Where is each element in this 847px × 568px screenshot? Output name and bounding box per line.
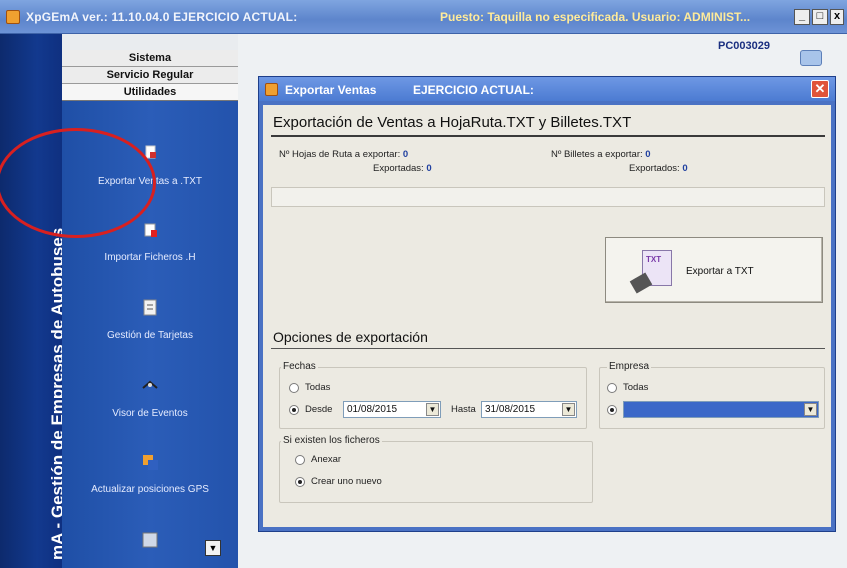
maximize-button[interactable]: □: [812, 9, 828, 25]
app-icon: [6, 10, 20, 24]
fechas-todas-label: Todas: [305, 382, 331, 393]
export-dialog: Exportar Ventas EJERCICIO ACTUAL: ✕ Expo…: [258, 76, 836, 532]
export-button-label: Exportar a TXT: [686, 266, 754, 277]
highlight-circle: [0, 128, 156, 238]
empresa-combo[interactable]: ▼: [623, 401, 819, 418]
database-icon: [140, 530, 160, 550]
close-button[interactable]: x: [830, 9, 844, 25]
dialog-title: Exportar Ventas: [285, 83, 377, 97]
hojas-count: Nº Hojas de Ruta a exportar: 0: [279, 149, 409, 160]
heading-divider: [271, 135, 825, 137]
options-heading: Opciones de exportación: [273, 329, 428, 345]
dialog-icon: [265, 83, 278, 96]
window-title: XpGEmA ver.: 11.10.04.0 EJERCICIO ACTUAL…: [26, 10, 298, 24]
events-icon: [140, 376, 160, 396]
scroll-down-button[interactable]: ▼: [205, 540, 221, 556]
menu-item-visor-eventos[interactable]: Visor de Eventos: [62, 376, 238, 419]
crear-nuevo-label: Crear uno nuevo: [311, 476, 382, 487]
hasta-label: Hasta: [451, 404, 476, 415]
fechas-group: [279, 367, 587, 429]
export-txt-button[interactable]: TXT Exportar a TXT: [605, 237, 823, 303]
menu-header-utilidades[interactable]: Utilidades: [62, 84, 238, 101]
menu-item-actualizar-gps[interactable]: Actualizar posiciones GPS: [62, 452, 238, 495]
import-icon: [140, 220, 160, 240]
menu-item-label: Actualizar posiciones GPS: [91, 484, 209, 495]
fechas-todas-radio[interactable]: [289, 383, 299, 393]
main-title-bar: XpGEmA ver.: 11.10.04.0 EJERCICIO ACTUAL…: [0, 0, 847, 34]
computer-icon: [800, 50, 822, 66]
dialog-close-button[interactable]: ✕: [811, 80, 829, 98]
anexar-label: Anexar: [311, 454, 342, 465]
empresa-specific-radio[interactable]: [607, 405, 617, 415]
desde-label: Desde: [305, 404, 333, 415]
hasta-date-combo[interactable]: 31/08/2015 ▼: [481, 401, 577, 418]
export-progress-bar: [271, 187, 825, 207]
dialog-title-bar: Exportar Ventas EJERCICIO ACTUAL: ✕: [259, 77, 835, 101]
options-divider: [271, 348, 825, 349]
billetes-exported: Exportados: 0: [629, 163, 688, 174]
empresa-group: [599, 367, 825, 429]
desde-date-combo[interactable]: 01/08/2015 ▼: [343, 401, 441, 418]
menu-item-label: Gestión de Tarjetas: [107, 330, 193, 341]
menu-header-servicio-regular[interactable]: Servicio Regular: [62, 67, 238, 84]
cards-icon: [140, 298, 160, 318]
minimize-button[interactable]: _: [794, 9, 810, 25]
crear-nuevo-radio[interactable]: [295, 477, 305, 487]
empresa-label: Empresa: [607, 361, 652, 372]
menu-header-sistema[interactable]: Sistema: [62, 50, 238, 67]
menu-item-label: Importar Ficheros .H: [104, 252, 196, 263]
dialog-subtitle: EJERCICIO ACTUAL:: [413, 83, 534, 97]
billetes-count: Nº Billetes a exportar: 0: [551, 149, 651, 160]
empresa-todas-radio[interactable]: [607, 383, 617, 393]
menu-item-label: Visor de Eventos: [112, 408, 188, 419]
ficheros-label: Si existen los ficheros: [281, 435, 382, 446]
chevron-down-icon[interactable]: ▼: [426, 403, 439, 416]
fechas-desde-radio[interactable]: [289, 405, 299, 415]
chevron-down-icon[interactable]: ▼: [562, 403, 575, 416]
anexar-radio[interactable]: [295, 455, 305, 465]
chevron-down-icon[interactable]: ▼: [804, 403, 817, 416]
menu-item-gestion-tarjetas[interactable]: Gestión de Tarjetas: [62, 298, 238, 341]
empresa-todas-label: Todas: [623, 382, 649, 393]
ficheros-group: [279, 441, 593, 503]
pc-name: PC003029: [718, 40, 770, 52]
fechas-label: Fechas: [281, 361, 318, 372]
gps-icon: [140, 452, 160, 472]
hojas-exported: Exportadas: 0: [373, 163, 432, 174]
dialog-heading: Exportación de Ventas a HojaRuta.TXT y B…: [273, 114, 632, 131]
dialog-body: Exportación de Ventas a HojaRuta.TXT y B…: [263, 105, 831, 527]
window-status: Puesto: Taquilla no especificada. Usuari…: [440, 10, 751, 24]
